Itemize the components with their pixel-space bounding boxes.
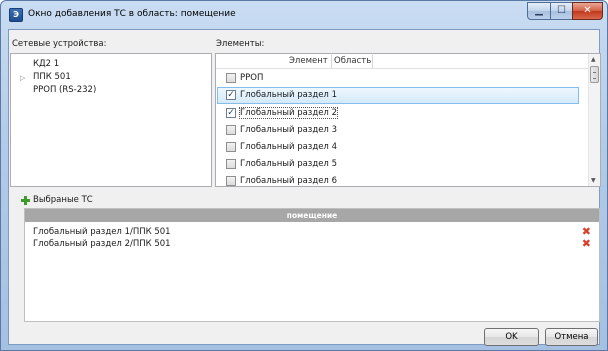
app-icon: Э xyxy=(9,8,23,22)
element-row[interactable]: PPOП xyxy=(217,70,579,87)
delete-red-x-icon[interactable]: ✖ xyxy=(582,238,591,249)
ok-button[interactable]: OK xyxy=(484,328,539,346)
cancel-button[interactable]: Отмена xyxy=(545,328,598,346)
tree-item-ppk[interactable]: ППК 501 xyxy=(33,72,71,82)
element-row[interactable]: Глобальный раздел 4 xyxy=(217,139,579,156)
element-row-selected[interactable]: ✓ Глобальный раздел 1 xyxy=(217,87,579,104)
row-checkbox[interactable] xyxy=(226,159,236,169)
row-label: Глобальный раздел 6 xyxy=(240,176,337,186)
column-header-element[interactable]: Элемент xyxy=(289,56,328,66)
scroll-up-icon[interactable]: ▲ xyxy=(591,56,596,63)
element-row[interactable]: ✓ Глобальный раздел 2 xyxy=(217,105,579,122)
selected-ts-list[interactable]: помещение Глобальный раздел 1/ППК 501 ✖ … xyxy=(24,208,600,322)
selected-ts-row[interactable]: Глобальный раздел 2/ППК 501 xyxy=(33,239,171,249)
network-devices-label: Сетевые устройства: xyxy=(12,39,107,49)
window-title: Окно добавления ТС в область: помещение xyxy=(28,9,236,19)
elements-grid[interactable]: Элемент Область PPOП ✓ Глобальный раздел… xyxy=(215,53,601,187)
row-checkbox-checked[interactable]: ✓ xyxy=(226,108,236,118)
title-bar[interactable]: Э Окно добавления ТС в область: помещени… xyxy=(1,1,607,29)
elements-label: Элементы: xyxy=(216,39,265,49)
column-header-area[interactable]: Область xyxy=(334,56,371,66)
row-label: Глобальный раздел 4 xyxy=(240,142,337,152)
dialog-client-area: Сетевые устройства: КД2 1 ▷ ППК 501 PPOП… xyxy=(8,29,601,346)
grid-header: Элемент Область xyxy=(216,54,600,69)
element-row[interactable]: Глобальный раздел 5 xyxy=(217,156,579,173)
dialog-window: Э Окно добавления ТС в область: помещени… xyxy=(0,0,608,351)
close-button[interactable]: ✕ xyxy=(572,2,603,20)
tree-item-rrop[interactable]: PPOП (RS-232) xyxy=(33,85,96,95)
column-separator xyxy=(331,55,332,68)
element-row[interactable]: Глобальный раздел 6 xyxy=(217,173,579,186)
scroll-thumb[interactable] xyxy=(590,66,599,83)
network-devices-tree[interactable]: КД2 1 ▷ ППК 501 PPOП (RS-232) xyxy=(10,53,212,187)
add-green-icon xyxy=(21,196,30,205)
scroll-down-icon[interactable]: ▼ xyxy=(591,177,596,184)
column-separator xyxy=(372,55,373,68)
row-checkbox[interactable] xyxy=(226,73,236,83)
row-checkbox-checked[interactable]: ✓ xyxy=(226,90,236,100)
row-label: Глобальный раздел 3 xyxy=(240,125,337,135)
row-label: Глобальный раздел 2 xyxy=(239,107,338,119)
row-checkbox[interactable] xyxy=(226,142,236,152)
row-label: Глобальный раздел 1 xyxy=(240,90,337,100)
selected-ts-row[interactable]: Глобальный раздел 1/ППК 501 xyxy=(33,227,171,237)
row-label: PPOП xyxy=(240,73,264,83)
row-label: Глобальный раздел 5 xyxy=(240,159,337,169)
selected-ts-label: Выбраные ТС xyxy=(33,195,93,205)
minimize-button[interactable]: ▁ xyxy=(527,2,551,20)
delete-red-x-icon[interactable]: ✖ xyxy=(582,226,591,237)
expand-arrow-icon[interactable]: ▷ xyxy=(20,74,25,82)
row-checkbox[interactable] xyxy=(226,125,236,135)
maximize-button[interactable]: ☐ xyxy=(550,2,573,20)
element-row[interactable]: Глобальный раздел 3 xyxy=(217,122,579,139)
tree-item-kd2[interactable]: КД2 1 xyxy=(33,59,59,69)
selected-ts-header: помещение xyxy=(25,209,599,222)
row-checkbox[interactable] xyxy=(226,176,236,186)
vertical-scrollbar[interactable]: ▲ ▼ xyxy=(588,54,600,186)
